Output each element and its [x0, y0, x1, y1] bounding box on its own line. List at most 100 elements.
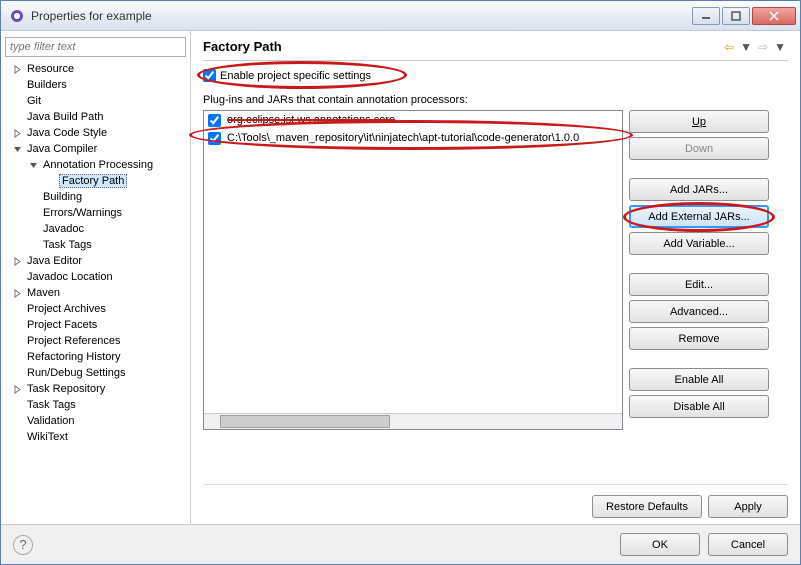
add-jars-button[interactable]: Add JARs...	[629, 178, 769, 201]
chevron-right-icon[interactable]	[11, 383, 23, 395]
tree-item-errors-warnings[interactable]: Errors/Warnings	[5, 205, 186, 221]
help-icon[interactable]: ?	[13, 535, 33, 555]
tree-item-label: Validation	[25, 415, 77, 427]
tree-item-label: Java Editor	[25, 255, 84, 267]
content-area: Factory Path ⇦ ▼ ⇨ ▼ Enable project spec…	[191, 31, 800, 524]
forward-icon[interactable]: ⇨	[756, 40, 770, 54]
tree-item-project-facets[interactable]: Project Facets	[5, 317, 186, 333]
tree-item-label: Factory Path	[59, 174, 127, 188]
list-row-checkbox[interactable]	[208, 114, 221, 127]
tree-item-git[interactable]: Git	[5, 93, 186, 109]
tree-item-task-tags[interactable]: Task Tags	[5, 237, 186, 253]
tree-item-task-repository[interactable]: Task Repository	[5, 381, 186, 397]
enable-all-button[interactable]: Enable All	[629, 368, 769, 391]
tree-item-label: Javadoc Location	[25, 271, 115, 283]
maximize-button[interactable]	[722, 7, 750, 25]
tree-item-label: Building	[41, 191, 84, 203]
tree-item-label: Git	[25, 95, 43, 107]
cancel-button[interactable]: Cancel	[708, 533, 788, 556]
tree-item-javadoc-location[interactable]: Javadoc Location	[5, 269, 186, 285]
twisty-spacer	[11, 335, 23, 347]
down-button[interactable]: Down	[629, 137, 769, 160]
chevron-down-icon[interactable]	[11, 143, 23, 155]
tree-item-label: Javadoc	[41, 223, 86, 235]
twisty-spacer	[27, 223, 39, 235]
chevron-right-icon[interactable]	[11, 255, 23, 267]
tree-item-label: Java Build Path	[25, 111, 105, 123]
twisty-spacer	[27, 239, 39, 251]
tree-item-label: Task Repository	[25, 383, 107, 395]
tree-item-label: Run/Debug Settings	[25, 367, 127, 379]
add-variable-button[interactable]: Add Variable...	[629, 232, 769, 255]
twisty-spacer	[11, 111, 23, 123]
twisty-spacer	[11, 319, 23, 331]
restore-defaults-button[interactable]: Restore Defaults	[592, 495, 702, 518]
tree-item-label: Task Tags	[25, 399, 78, 411]
chevron-right-icon[interactable]	[11, 63, 23, 75]
list-row-checkbox[interactable]	[208, 132, 221, 145]
list-label: Plug-ins and JARs that contain annotatio…	[203, 94, 788, 106]
main-area: ResourceBuilders Git Java Build Path Java C…	[1, 31, 800, 524]
twisty-spacer	[11, 399, 23, 411]
twisty-spacer	[11, 303, 23, 315]
nav-arrows: ⇦ ▼ ⇨ ▼	[722, 40, 788, 54]
add-external-jars-button[interactable]: Add External JARs...	[629, 205, 769, 228]
scrollbar-thumb[interactable]	[220, 415, 390, 428]
footer-buttons: OK Cancel	[33, 533, 788, 556]
tree-item-java-code-style[interactable]: Java Code Style	[5, 125, 186, 141]
tree-item-java-compiler[interactable]: Java Compiler	[5, 141, 186, 157]
disable-all-button[interactable]: Disable All	[629, 395, 769, 418]
sidebar: ResourceBuilders Git Java Build Path Java C…	[1, 31, 191, 524]
twisty-spacer	[11, 367, 23, 379]
minimize-button[interactable]	[692, 7, 720, 25]
chevron-right-icon[interactable]	[11, 127, 23, 139]
back-icon[interactable]: ⇦	[722, 40, 736, 54]
list-row-label: C:\Tools\_maven_repository\it\ninjatech\…	[227, 132, 579, 144]
tree-item-label: Errors/Warnings	[41, 207, 124, 219]
horizontal-scrollbar[interactable]	[204, 413, 622, 429]
tree-item-wikitext[interactable]: WikiText	[5, 429, 186, 445]
tree-item-validation[interactable]: Validation	[5, 413, 186, 429]
tree-item-annotation-processing[interactable]: Annotation Processing	[5, 157, 186, 173]
edit-button[interactable]: Edit...	[629, 273, 769, 296]
apply-button[interactable]: Apply	[708, 495, 788, 518]
tree-item-run-debug-settings[interactable]: Run/Debug Settings	[5, 365, 186, 381]
tree-item-builders[interactable]: Builders	[5, 77, 186, 93]
enable-project-specific-row: Enable project specific settings	[203, 69, 788, 82]
processors-list[interactable]: org.eclipse.jst.ws.annotations.core C:\To…	[203, 110, 623, 430]
ok-button[interactable]: OK	[620, 533, 700, 556]
filter-input[interactable]	[5, 37, 186, 57]
category-tree[interactable]: ResourceBuilders Git Java Build Path Java C…	[5, 57, 186, 518]
twisty-spacer	[11, 79, 23, 91]
forward-menu-caret[interactable]: ▼	[772, 40, 788, 54]
tree-item-label: Project Archives	[25, 303, 108, 315]
tree-item-label: WikiText	[25, 431, 70, 443]
back-menu-caret[interactable]: ▼	[738, 40, 754, 54]
list-row[interactable]: C:\Tools\_maven_repository\it\ninjatech\…	[204, 129, 622, 147]
tree-item-javadoc[interactable]: Javadoc	[5, 221, 186, 237]
tree-item-resource[interactable]: Resource	[5, 61, 186, 77]
enable-project-specific-checkbox[interactable]	[203, 69, 216, 82]
tree-item-factory-path[interactable]: Factory Path	[5, 173, 186, 189]
tree-item-project-references[interactable]: Project References	[5, 333, 186, 349]
app-icon	[9, 8, 25, 24]
tree-item-task-tags[interactable]: Task Tags	[5, 397, 186, 413]
tree-item-java-build-path[interactable]: Java Build Path	[5, 109, 186, 125]
close-button[interactable]	[752, 7, 796, 25]
up-button[interactable]: Up	[629, 110, 769, 133]
tree-item-project-archives[interactable]: Project Archives	[5, 301, 186, 317]
enable-project-specific-label: Enable project specific settings	[220, 70, 371, 82]
tree-item-building[interactable]: Building	[5, 189, 186, 205]
bottom-buttons: Restore Defaults Apply	[203, 484, 788, 518]
chevron-down-icon[interactable]	[27, 159, 39, 171]
page-title: Factory Path	[203, 39, 722, 54]
remove-button[interactable]: Remove	[629, 327, 769, 350]
chevron-right-icon[interactable]	[11, 287, 23, 299]
twisty-spacer	[27, 207, 39, 219]
tree-item-java-editor[interactable]: Java Editor	[5, 253, 186, 269]
advanced-button[interactable]: Advanced...	[629, 300, 769, 323]
tree-item-maven[interactable]: Maven	[5, 285, 186, 301]
client-area: ResourceBuilders Git Java Build Path Java C…	[1, 31, 800, 564]
list-row[interactable]: org.eclipse.jst.ws.annotations.core	[204, 111, 622, 129]
tree-item-refactoring-history[interactable]: Refactoring History	[5, 349, 186, 365]
